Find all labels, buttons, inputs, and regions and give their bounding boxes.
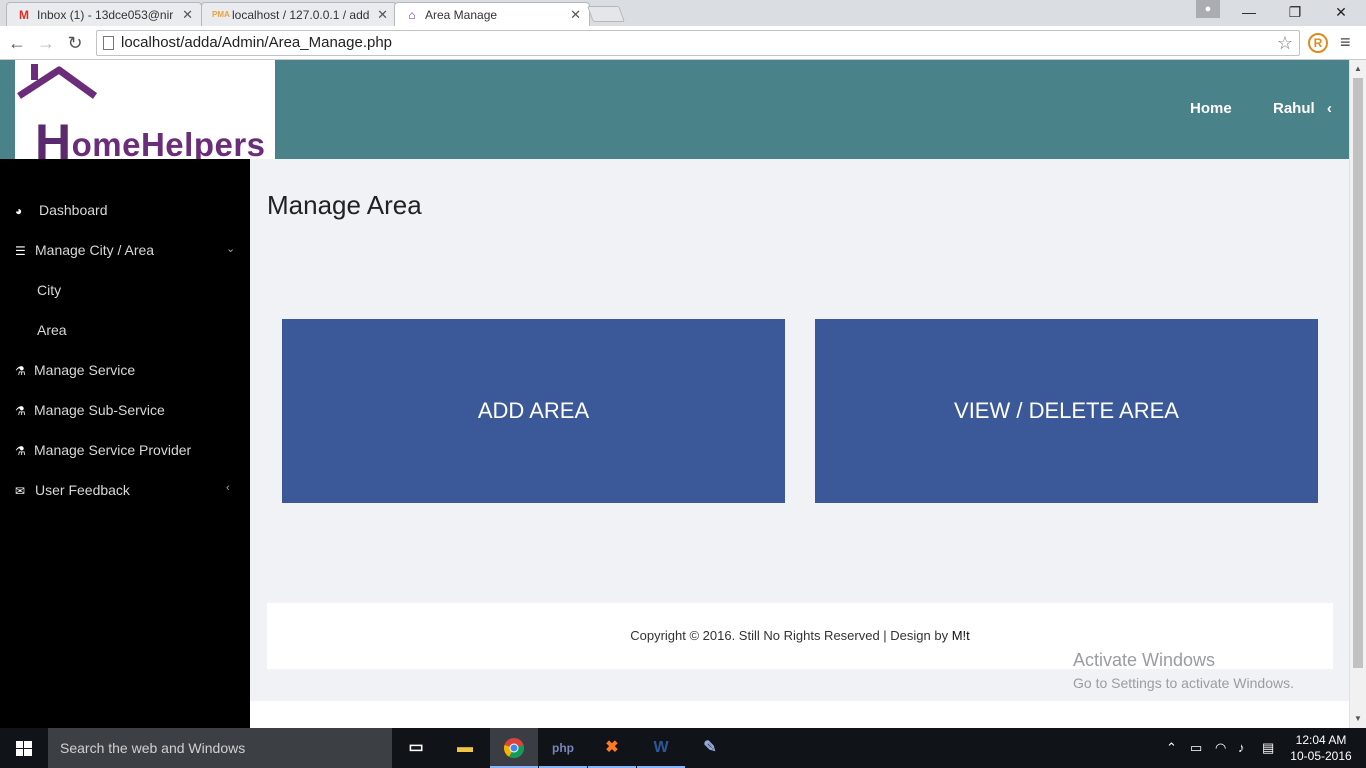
chevron-down-icon: ⌄ (226, 243, 236, 255)
taskbar-search-input[interactable]: Search the web and Windows (48, 728, 392, 768)
wifi-icon[interactable]: ◠ (1215, 728, 1226, 768)
footer-copyright: Copyright © 2016. Still No Rights Reserv… (630, 628, 952, 643)
sidebar-item-label: User Feedback (35, 482, 130, 498)
homehelpers-icon: ⌂ (408, 8, 416, 22)
sidebar-item-label: Manage Sub-Service (34, 402, 165, 418)
tab-title: localhost / 127.0.0.1 / add (232, 8, 370, 22)
flask-icon: ⚗ (15, 364, 26, 378)
tab-title: Area Manage (425, 8, 498, 22)
user-profile-icon[interactable]: ● (1196, 0, 1220, 18)
site-header: HomeHelpers Home Rahul ‹ (0, 60, 1349, 170)
xampp-icon[interactable]: ✖ (588, 728, 636, 768)
clock-time: 12:04 AM (1295, 733, 1347, 747)
sidebar-item-label: Manage City / Area (35, 242, 155, 258)
taskbar-clock[interactable]: 12:04 AM 10-05-2016 (1286, 732, 1356, 764)
activate-windows-watermark: Activate Windows Go to Settings to activ… (1073, 650, 1294, 691)
close-tab-icon[interactable]: ✕ (182, 7, 193, 23)
gmail-icon: M (19, 8, 29, 22)
close-tab-icon[interactable]: ✕ (377, 7, 388, 23)
file-explorer-icon[interactable]: ▬ (441, 728, 489, 768)
extension-icon[interactable]: R (1308, 33, 1328, 53)
browser-menu-icon[interactable]: ≡ (1340, 32, 1351, 53)
php-storm-icon[interactable]: php (539, 728, 587, 768)
nav-home-link[interactable]: Home (1190, 100, 1232, 117)
sidebar-item-manage-city-area[interactable]: ☰ Manage City / Area (15, 240, 154, 260)
browser-toolbar: ← → ↻ localhost/adda/Admin/Area_Manage.p… (0, 26, 1366, 60)
sidebar-item-city[interactable]: City (37, 280, 61, 300)
sidebar-item-manage-service[interactable]: ⚗ Manage Service (15, 360, 135, 380)
flask-icon: ⚗ (15, 444, 26, 458)
page-viewport: HomeHelpers Home Rahul ‹ ◕ Dashboard ☰ Man… (0, 60, 1366, 728)
phpmyadmin-icon: PMA (212, 10, 230, 19)
tab-phpmyadmin[interactable]: PMA localhost / 127.0.0.1 / add ✕ (201, 2, 397, 26)
windows-logo-icon (16, 741, 32, 756)
close-tab-icon[interactable]: ✕ (570, 7, 581, 23)
main-content: Manage Area ADD AREA VIEW / DELETE AREA … (250, 159, 1349, 728)
volume-icon[interactable]: ♪ (1238, 728, 1245, 768)
vertical-scrollbar[interactable]: ▲ ▼ (1349, 60, 1366, 728)
sidebar-item-label: Dashboard (39, 202, 108, 218)
user-name: Rahul (1273, 100, 1315, 117)
sidebar-item-manage-service-provider[interactable]: ⚗ Manage Service Provider (15, 440, 191, 460)
flask-icon: ⚗ (15, 404, 26, 418)
chevron-left-icon: ‹ (1326, 100, 1332, 117)
reload-icon[interactable]: ↻ (63, 31, 87, 55)
tray-chevron-icon[interactable]: ⌃ (1166, 728, 1177, 768)
page-icon (103, 36, 114, 50)
start-button[interactable] (0, 728, 48, 768)
sidebar-item-area[interactable]: Area (37, 320, 67, 340)
chevron-left-icon: ‹ (226, 482, 230, 494)
new-tab-button[interactable] (587, 6, 625, 22)
scroll-down-icon[interactable]: ▼ (1354, 714, 1362, 723)
word-icon[interactable]: W (637, 728, 685, 768)
sidebar-item-label: Manage Service (34, 362, 136, 378)
clock-date: 10-05-2016 (1290, 749, 1352, 763)
chrome-icon[interactable] (490, 728, 538, 768)
scrollbar-thumb[interactable] (1353, 78, 1363, 668)
sidebar-item-label: City (37, 282, 62, 298)
action-center-icon[interactable]: ▤ (1262, 728, 1274, 768)
sidebar-item-label: Manage Service Provider (34, 442, 192, 458)
dashboard-icon: ◕ (15, 204, 23, 218)
footer-brand[interactable]: M!t (952, 628, 970, 643)
sidebar-item-user-feedback[interactable]: ✉ User Feedback (15, 480, 130, 500)
minimize-button[interactable]: — (1226, 0, 1272, 26)
browser-tab-strip: M Inbox (1) - 13dce053@nir ✕ PMA localho… (0, 0, 1366, 27)
sidebar-item-dashboard[interactable]: ◕ Dashboard (15, 200, 108, 220)
sidebar-item-manage-sub-service[interactable]: ⚗ Manage Sub-Service (15, 400, 165, 420)
url-text: localhost/adda/Admin/Area_Manage.php (121, 34, 393, 51)
back-arrow-icon[interactable]: ← (5, 31, 29, 55)
view-delete-area-button[interactable]: VIEW / DELETE AREA (815, 319, 1318, 503)
close-window-button[interactable]: ✕ (1318, 0, 1364, 26)
taskbar: Search the web and Windows ▭ ▬ php ✖ W ✎… (0, 728, 1366, 768)
watermark-subtitle: Go to Settings to activate Windows. (1073, 675, 1294, 691)
bookmark-star-icon[interactable]: ☆ (1277, 31, 1293, 55)
watermark-title: Activate Windows (1073, 650, 1216, 670)
paint-icon[interactable]: ✎ (686, 728, 734, 768)
page-title: Manage Area (267, 190, 422, 220)
task-view-icon[interactable]: ▭ (392, 728, 440, 768)
chrome-logo-icon (504, 738, 524, 759)
restore-button[interactable]: ❐ (1272, 0, 1318, 26)
battery-icon[interactable]: ▭ (1190, 728, 1202, 768)
sidebar-item-label: Area (37, 322, 67, 338)
page-bottom-strip (250, 701, 1349, 728)
address-bar[interactable]: localhost/adda/Admin/Area_Manage.php ☆ (96, 30, 1300, 56)
sidebar: ◕ Dashboard ☰ Manage City / Area ⌄ City Ar… (0, 159, 250, 728)
forward-arrow-icon[interactable]: → (34, 31, 58, 55)
scroll-up-icon[interactable]: ▲ (1354, 64, 1362, 73)
user-menu[interactable]: Rahul ‹ (1273, 100, 1332, 117)
tab-gmail[interactable]: M Inbox (1) - 13dce053@nir ✕ (6, 2, 202, 26)
tab-title: Inbox (1) - 13dce053@nir (37, 8, 174, 22)
site-logo[interactable]: HomeHelpers (15, 60, 275, 170)
add-area-button[interactable]: ADD AREA (282, 319, 785, 503)
tab-area-manage[interactable]: ⌂ Area Manage ✕ (394, 2, 590, 27)
envelope-icon: ✉ (15, 484, 26, 498)
list-icon: ☰ (15, 244, 26, 258)
